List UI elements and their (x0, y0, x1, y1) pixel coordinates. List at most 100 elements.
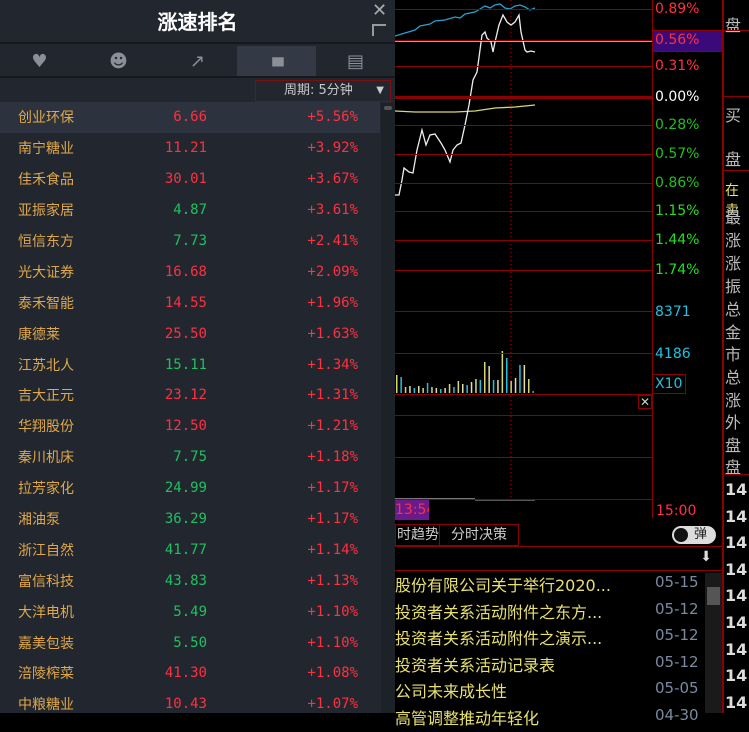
ranking-row[interactable]: 富信科技 43.83 +1.13% (0, 565, 380, 596)
stock-change: +3.92% (307, 140, 358, 157)
end-time-label: 15:00 (656, 503, 697, 519)
quote-field-label: 盘 (725, 436, 742, 455)
right-divider (722, 0, 724, 713)
volume-bar (532, 391, 534, 393)
pct-axis-label: 1.44% (655, 232, 700, 248)
volume-bar (466, 385, 468, 393)
news-date: 05-12 (655, 626, 699, 645)
ranking-row[interactable]: 中粮糖业 10.43 +1.07% (0, 689, 380, 720)
news-date: 05-05 (655, 679, 699, 698)
ranking-row[interactable]: 南宁糖业 11.21 +3.92% (0, 133, 380, 164)
stock-change: +5.56% (307, 109, 358, 126)
ranking-row[interactable]: 亚振家居 4.87 +3.61% (0, 195, 380, 226)
period-select[interactable]: 周期: 5分钟 ▼ (255, 80, 391, 102)
volume-bar (426, 383, 429, 393)
stock-price: 7.75 (173, 449, 207, 466)
news-scrollbar[interactable] (705, 573, 722, 713)
tab-favorites[interactable]: ♥ (0, 46, 79, 76)
quote-field-label: 总 (725, 368, 742, 387)
ranking-row[interactable]: 泰禾智能 14.55 +1.96% (0, 287, 380, 318)
volume-bar (409, 386, 411, 393)
stock-name: 嘉美包装 (18, 635, 74, 652)
stock-change: +1.14% (307, 541, 358, 558)
ranking-row[interactable]: 湘油泵 36.29 +1.17% (0, 504, 380, 535)
grid-line (395, 311, 652, 312)
download-icon[interactable]: ⬇ (700, 549, 712, 565)
stock-price: 24.99 (164, 480, 207, 497)
trend-icon: ↗ (189, 50, 206, 72)
volume-bar (479, 380, 482, 393)
pct-axis-label: 0.57% (655, 146, 700, 162)
ranking-row[interactable]: 光大证券 16.68 +2.09% (0, 256, 380, 287)
chart-tabs: 时趋势 分时决策 (395, 524, 519, 546)
stock-price: 15.11 (164, 356, 207, 373)
stock-change: +1.10% (307, 603, 358, 620)
news-date: 05-15 (655, 573, 699, 591)
stock-change: +1.13% (307, 572, 358, 589)
stock-change: +2.41% (307, 233, 358, 249)
volume-bar (431, 387, 433, 393)
ranking-row[interactable]: 浙江自然 41.77 +1.14% (0, 534, 380, 565)
ranking-row[interactable]: 嘉美包装 5.50 +1.10% (0, 627, 380, 658)
stock-change: +3.61% (307, 202, 358, 219)
ranking-row[interactable]: 华翔股份 12.50 +1.21% (0, 411, 380, 442)
tab-ranking[interactable]: ▮▮▮ (237, 46, 316, 76)
stock-price: 23.12 (164, 387, 207, 404)
quote-field-label: 盘 (725, 16, 742, 35)
ranking-row[interactable]: 拉芳家化 24.99 +1.17% (0, 473, 380, 504)
quote-field-label: 金 (725, 323, 742, 342)
ranking-row[interactable]: 恒信东方 7.73 +2.41% (0, 226, 380, 257)
panel-title: 涨速排名 (0, 0, 395, 44)
price-line (395, 12, 536, 196)
volume-bar (488, 366, 490, 393)
stock-change: +1.96% (307, 294, 358, 311)
volume-axis-label: 8371 (655, 304, 691, 320)
stock-price: 12.50 (164, 418, 207, 435)
list-scrollbar[interactable] (381, 103, 395, 713)
close-icon[interactable]: ✕ (372, 0, 387, 21)
news-date: 05-12 (655, 652, 699, 671)
pct-axis-label: 1.15% (655, 203, 700, 219)
ranking-row[interactable]: 创业环保 6.66 +5.56% (0, 102, 380, 133)
stock-name: 佳禾食品 (18, 172, 74, 189)
tab-trend[interactable]: 时趋势 (396, 525, 440, 545)
stock-change: +1.08% (307, 665, 358, 682)
close-subchart-icon[interactable]: ✕ (638, 395, 652, 409)
news-date: 04-30 (655, 706, 699, 724)
stock-price: 7.73 (173, 233, 207, 249)
ranking-row[interactable]: 佳禾食品 30.01 +3.67% (0, 164, 380, 195)
pin-window-icon[interactable] (372, 24, 386, 36)
stock-name: 大洋电机 (18, 604, 74, 621)
grid-line (395, 499, 652, 500)
news-date: 05-12 (655, 599, 699, 618)
stock-change: +1.63% (307, 325, 358, 342)
volume-bar (484, 362, 486, 393)
panel-tabs: ♥ ☻ ↗ ▮▮▮ ▤ (0, 46, 395, 78)
popup-toggle[interactable]: 弹 (672, 526, 716, 544)
stock-price: 5.49 (173, 603, 207, 620)
quote-field-label: 总 (725, 300, 742, 319)
tab-news[interactable]: ▤ (316, 46, 395, 76)
ranking-row[interactable]: 江苏北人 15.11 +1.34% (0, 349, 380, 380)
tab-robot[interactable]: ☻ (79, 46, 158, 76)
ranking-row[interactable]: 康德莱 25.50 +1.63% (0, 318, 380, 349)
stock-price: 41.30 (164, 665, 207, 682)
stock-name: 拉芳家化 (18, 481, 74, 498)
ranking-row[interactable]: 大洋电机 5.49 +1.10% (0, 596, 380, 627)
heart-icon: ♥ (31, 50, 48, 72)
ranking-row[interactable]: 秦川机床 7.75 +1.18% (0, 442, 380, 473)
trade-time: 14: (725, 506, 749, 526)
grid-line (395, 353, 652, 354)
tab-trend[interactable]: ↗ (158, 46, 237, 76)
stock-price: 41.77 (164, 541, 207, 558)
tab-intraday-decision[interactable]: 分时决策 (440, 525, 518, 545)
quote-field-label: 涨 (725, 391, 742, 410)
trade-time: 14: (725, 559, 749, 579)
stock-price: 6.66 (173, 109, 207, 126)
volume-bar (422, 388, 424, 393)
ranking-row[interactable]: 涪陵榨菜 41.30 +1.08% (0, 658, 380, 689)
stock-name: 吉大正元 (18, 388, 74, 405)
volume-bar (418, 386, 420, 393)
ranking-row[interactable]: 吉大正元 23.12 +1.31% (0, 380, 380, 411)
volume-bar (400, 377, 402, 393)
